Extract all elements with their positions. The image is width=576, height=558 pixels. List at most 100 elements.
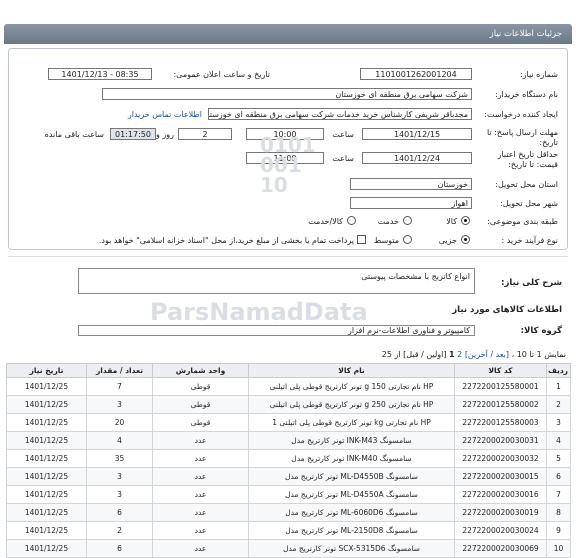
days-label: روز و [156,130,174,139]
cell-quantity: 4 [86,431,153,450]
cell-quantity: 3 [86,467,153,486]
cell-row-number: 4 [546,431,571,450]
table-row[interactable]: 9 2272200020030024 تونر کارتریج مدل ML-215… [6,521,571,540]
cell-quantity: 6 [86,539,153,558]
process-option-minor: جزیی [438,236,457,245]
pagination-page-2[interactable]: 2 [457,350,462,359]
col-header-item-name: نام کالا [248,363,455,378]
table-row[interactable]: 10 2272200020030069 تونر کارتریج مدل SCX-5… [6,539,571,558]
process-radio-minor[interactable] [461,235,470,244]
validity-time-field: 11:00 [246,152,324,164]
validity-label: حداقل تاریخ اعتبار قیمت: تا تاریخ: [497,150,558,169]
cell-need-date: 1401/12/25 [6,467,87,486]
cell-unit: عدد [152,503,249,522]
cell-item-code: 2272200020030032 [454,449,547,468]
category-radio-goods-service[interactable] [347,216,356,225]
cell-unit: عدد [152,431,249,450]
cell-item-name: تونر کارتریج مدل SCX-5315D6 سامسونگ [248,539,455,558]
cell-item-name: تونر کارتریج قوطی پلی اتیلنی g 150 نام ت… [248,377,455,396]
table-row[interactable]: 1 2272200125580001 تونر کارتریج قوطی پلی ا… [6,377,571,396]
cell-unit: قوطی [152,413,249,432]
goods-group-value: کامپیوتر و فناوری اطلاعات-نرم افزار [348,326,470,335]
cell-item-name: تونر کارتریج مدل ML-D4550B سامسونگ [248,467,455,486]
goods-group-label: گروه کالا: [520,326,562,336]
cell-need-date: 1401/12/25 [6,521,87,540]
pagination: نمایش 1 تا 10 ، [بعد / آخرین] 2 1 [اولین… [382,350,566,359]
cell-item-code: 2272200020030069 [454,539,547,558]
deadline-time-label: ساعت [332,130,354,139]
cell-unit: عدد [152,521,249,540]
page: جزئیات اطلاعات نیاز شماره نیاز: 11010012… [0,0,576,558]
cell-row-number: 3 [546,413,571,432]
divider [8,256,568,257]
cell-need-date: 1401/12/25 [6,503,87,522]
time-remaining-field: 01:17:50 [110,128,156,140]
cell-unit: عدد [152,485,249,504]
cell-item-name: تونر کارتریج مدل INK-M43 سامسونگ [248,431,455,450]
cell-item-name: تونر کارتریج قوطی پلی اتیلنی 1 kg نام تج… [248,413,455,432]
city-label: شهر محل تحویل: [500,199,558,208]
cell-item-name: تونر کارتریج مدل ML-6060D6 سامسونگ [248,503,455,522]
cell-unit: قوطی [152,377,249,396]
goods-table: ردیف کد کالا نام کالا واحد شمارش تعداد /… [6,363,571,558]
table-row[interactable]: 3 2272200125580003 تونر کارتریج قوطی پلی ا… [6,413,571,432]
category-radio-goods[interactable] [461,216,470,225]
cell-item-code: 2272200020030015 [454,467,547,486]
cell-quantity: 7 [86,377,153,396]
cell-item-code: 2272200020030016 [454,485,547,504]
cell-item-name: تونر کارتریج مدل ML-D4550A سامسونگ [248,485,455,504]
cell-row-number: 10 [546,539,571,558]
col-header-quantity: تعداد / مقدار [86,363,153,378]
buyer-contact-link[interactable]: اطلاعات تماس خریدار [128,110,202,119]
pagination-next-last[interactable]: [بعد / آخرین] [465,350,509,359]
cell-item-code: 2272200020030031 [454,431,547,450]
announce-label: تاریخ و ساعت اعلان عمومی: [173,70,270,79]
cell-quantity: 2 [86,521,153,540]
process-radio-medium[interactable] [403,235,412,244]
process-label: نوع فرآیند خرید : [501,236,558,245]
pagination-suffix: از 25 [381,350,401,359]
creator-label: ایجاد کننده درخواست: [484,110,558,119]
table-row[interactable]: 8 2272200020030019 تونر کارتریج مدل ML-606… [6,503,571,522]
validity-date-field: 1401/12/24 [362,152,472,164]
cell-item-code: 2272200125580002 [454,395,547,414]
col-header-row-number: ردیف [546,363,571,378]
description-field: انواع کاتریج با مشخصات پیوستی [78,268,475,294]
cell-row-number: 5 [546,449,571,468]
col-header-item-code: کد کالا [454,363,547,378]
table-row[interactable]: 5 2272200020030032 تونر کارتریج مدل INK-M4… [6,449,571,468]
table-row[interactable]: 7 2272200020030016 تونر کارتریج مدل ML-D45… [6,485,571,504]
cell-quantity: 6 [86,503,153,522]
table-row[interactable]: 2 2272200125580002 تونر کارتریج قوطی پلی ا… [6,395,571,414]
cell-need-date: 1401/12/25 [6,485,87,504]
cell-row-number: 6 [546,467,571,486]
cell-need-date: 1401/12/25 [6,395,87,414]
cell-item-code: 2272200125580003 [454,413,547,432]
category-radio-service[interactable] [403,216,412,225]
watermark-brand: ParsNamadData [150,298,368,326]
category-option-service: خدمت [377,217,399,226]
treasury-payment-note: پرداخت تمام یا بخشی از مبلغ خرید،از محل … [98,236,354,245]
table-row[interactable]: 6 2272200020030015 تونر کارتریج مدل ML-D45… [6,467,571,486]
cell-item-name: تونر کارتریج مدل INK-M40 سامسونگ [248,449,455,468]
cell-quantity: 35 [86,449,153,468]
creator-field: مجدباقر شریفی کارشناس خرید خدمات شرکت سه… [208,108,472,120]
cell-need-date: 1401/12/25 [6,413,87,432]
cell-row-number: 7 [546,485,571,504]
table-header-row: ردیف کد کالا نام کالا واحد شمارش تعداد /… [6,363,571,378]
cell-need-date: 1401/12/25 [6,539,87,558]
cell-quantity: 20 [86,413,153,432]
table-row[interactable]: 4 2272200020030031 تونر کارتریج مدل INK-M4… [6,431,571,450]
page-header: جزئیات اطلاعات نیاز [4,24,572,44]
goods-group-field: کامپیوتر و فناوری اطلاعات-نرم افزار [78,325,475,336]
cell-item-name: تونر کارتریج مدل ML-2150D8 سامسونگ [248,521,455,540]
pagination-first-prev: [اولین / قبل] [403,350,447,359]
cell-row-number: 2 [546,395,571,414]
cell-unit: قوطی [152,395,249,414]
cell-row-number: 9 [546,521,571,540]
treasury-payment-checkbox[interactable] [357,235,366,244]
buyer-label: نام دستگاه خریدار: [495,90,558,99]
description-label: شرح کلی نیاز: [501,278,562,288]
category-option-goods-service: کالا/خدمت [308,217,343,226]
col-header-need-date: تاریخ نیاز [6,363,87,378]
